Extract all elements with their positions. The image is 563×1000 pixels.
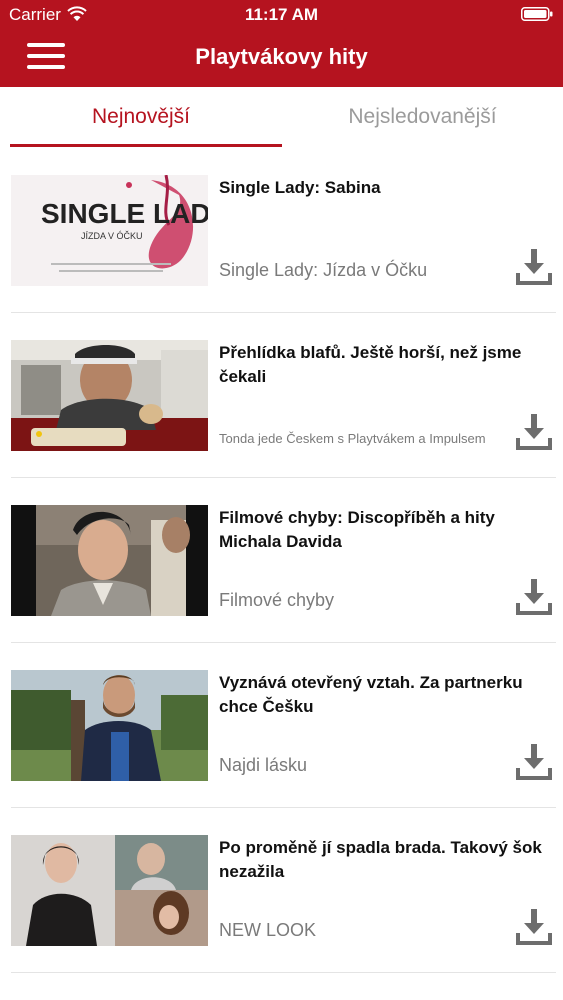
video-category: Tonda jede Českem s Playtvákem a Impulse… xyxy=(219,431,486,446)
video-category: NEW LOOK xyxy=(219,920,317,940)
video-thumbnail xyxy=(11,340,208,451)
list-divider xyxy=(11,477,556,478)
download-icon[interactable] xyxy=(516,742,552,782)
video-thumbnail xyxy=(11,505,208,616)
video-item[interactable]: Přehlídka blafů. Ještě horší, než jsme č… xyxy=(0,315,563,480)
video-title: Po proměně jí spadla brada. Takový šok n… xyxy=(219,838,542,881)
video-item[interactable]: Filmové chyby: Discopříběh a hity Michal… xyxy=(0,480,563,645)
download-icon[interactable] xyxy=(516,577,552,617)
tab-bar: Nejnovější Nejsledovanější xyxy=(0,87,563,149)
app-header: Carrier 11:17 AM Playtvákovy hity xyxy=(0,0,563,87)
video-title: Přehlídka blafů. Ještě horší, než jsme č… xyxy=(219,343,522,386)
video-item[interactable]: Vyznává otevřený vztah. Za partnerku chc… xyxy=(0,645,563,810)
battery-icon xyxy=(521,7,553,21)
thumbnail-logo-subtext: JÍZDA V ÓČKU xyxy=(81,231,143,241)
tab-most-watched[interactable]: Nejsledovanější xyxy=(282,87,563,147)
video-category: Najdi lásku xyxy=(219,755,308,775)
page-title: Playtvákovy hity xyxy=(195,44,368,69)
download-icon[interactable] xyxy=(516,412,552,452)
status-time: 11:17 AM xyxy=(244,5,319,24)
video-category: Single Lady: Jízda v Óčku xyxy=(219,260,428,280)
video-title: Filmové chyby: Discopříběh a hity Michal… xyxy=(219,508,495,551)
video-item[interactable]: Po proměně jí spadla brada. Takový šok n… xyxy=(0,810,563,975)
video-thumbnail xyxy=(11,670,208,781)
video-item[interactable]: SINGLE LADY JÍZDA V ÓČKU Single Lady: Sa… xyxy=(0,150,563,315)
download-icon[interactable] xyxy=(516,247,552,287)
video-category: Filmové chyby xyxy=(219,590,335,610)
video-thumbnail xyxy=(11,835,208,946)
tab-newest[interactable]: Nejnovější xyxy=(0,87,282,147)
status-bar: Carrier 11:17 AM xyxy=(0,0,563,30)
thumbnail-logo-text: SINGLE LADY xyxy=(41,198,208,229)
download-icon[interactable] xyxy=(516,907,552,947)
list-divider xyxy=(11,642,556,643)
video-title: Single Lady: Sabina xyxy=(219,178,381,197)
list-divider xyxy=(11,807,556,808)
list-divider xyxy=(11,312,556,313)
list-divider xyxy=(11,972,556,973)
video-title: Vyznává otevřený vztah. Za partnerku chc… xyxy=(219,673,523,716)
active-tab-indicator xyxy=(10,144,282,147)
video-thumbnail: SINGLE LADY JÍZDA V ÓČKU xyxy=(11,175,208,286)
